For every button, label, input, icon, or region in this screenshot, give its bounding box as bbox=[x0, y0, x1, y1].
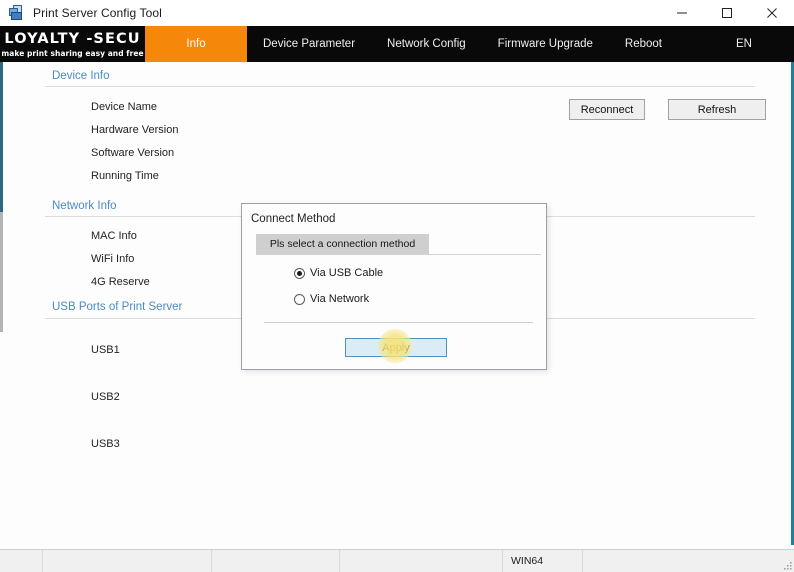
row-label-usb1: USB1 bbox=[91, 344, 120, 356]
nav-item-network-config[interactable]: Network Config bbox=[371, 26, 482, 62]
status-cell-platform: WIN64 bbox=[503, 550, 583, 572]
resize-grip-icon[interactable] bbox=[782, 560, 792, 570]
section-title-network-info: Network Info bbox=[52, 200, 117, 212]
status-cell-3 bbox=[212, 550, 340, 572]
row-label-hardware-version: Hardware Version bbox=[91, 124, 179, 136]
navigation-bar: LOYALTY -SECU make print sharing easy an… bbox=[0, 26, 794, 62]
nav-items: Info Device Parameter Network Config Fir… bbox=[145, 26, 736, 62]
brand-logo: LOYALTY -SECU make print sharing easy an… bbox=[0, 26, 145, 62]
radio-option-via-network[interactable]: Via Network bbox=[294, 293, 369, 305]
status-cell-4 bbox=[340, 550, 503, 572]
window-controls bbox=[659, 0, 794, 26]
nav-item-firmware-upgrade[interactable]: Firmware Upgrade bbox=[482, 26, 609, 62]
app-window: Print Server Config Tool LOYALTY -SECU m… bbox=[0, 0, 794, 572]
row-label-usb2: USB2 bbox=[91, 391, 120, 403]
status-cell-2 bbox=[43, 550, 212, 572]
radio-icon-usb[interactable] bbox=[294, 267, 305, 279]
dialog-title: Connect Method bbox=[251, 213, 336, 225]
radio-icon-network[interactable] bbox=[294, 293, 305, 305]
dialog-prompt: Pls select a connection method bbox=[256, 234, 429, 254]
divider-device-info bbox=[45, 86, 755, 87]
section-title-device-info: Device Info bbox=[52, 70, 110, 82]
print-server-icon bbox=[9, 5, 25, 21]
nav-item-info[interactable]: Info bbox=[145, 26, 247, 62]
reconnect-button[interactable]: Reconnect bbox=[569, 99, 645, 120]
status-cell-1 bbox=[0, 550, 43, 572]
status-cell-6 bbox=[583, 550, 794, 572]
status-bar: WIN64 bbox=[0, 549, 794, 572]
brand-tagline: make print sharing easy and free bbox=[1, 48, 144, 58]
maximize-button[interactable] bbox=[704, 0, 749, 26]
row-label-running-time: Running Time bbox=[91, 170, 159, 182]
row-label-usb3: USB3 bbox=[91, 438, 120, 450]
window-title: Print Server Config Tool bbox=[33, 6, 162, 20]
refresh-button[interactable]: Refresh bbox=[668, 99, 766, 120]
row-label-device-name: Device Name bbox=[91, 101, 158, 113]
apply-button[interactable]: Apply bbox=[345, 338, 447, 357]
section-title-usb-ports: USB Ports of Print Server bbox=[52, 301, 183, 313]
radio-option-via-usb-cable[interactable]: Via USB Cable bbox=[294, 267, 383, 279]
dialog-header-divider bbox=[256, 254, 541, 255]
dialog-footer-divider bbox=[264, 322, 533, 323]
row-label-4g-reserve: 4G Reserve bbox=[91, 276, 150, 288]
nav-item-device-parameter[interactable]: Device Parameter bbox=[247, 26, 371, 62]
row-label-wifi-info: WiFi Info bbox=[91, 253, 135, 265]
brand-name: LOYALTY -SECU bbox=[4, 30, 141, 47]
radio-label-via-usb-cable: Via USB Cable bbox=[310, 267, 384, 279]
title-bar: Print Server Config Tool bbox=[0, 0, 794, 27]
row-label-mac-info: MAC Info bbox=[91, 230, 137, 242]
radio-label-via-network: Via Network bbox=[310, 293, 370, 305]
close-button[interactable] bbox=[749, 0, 794, 26]
row-label-software-version: Software Version bbox=[91, 147, 175, 159]
minimize-button[interactable] bbox=[659, 0, 704, 26]
nav-item-reboot[interactable]: Reboot bbox=[609, 26, 678, 62]
language-selector[interactable]: EN bbox=[736, 26, 794, 62]
